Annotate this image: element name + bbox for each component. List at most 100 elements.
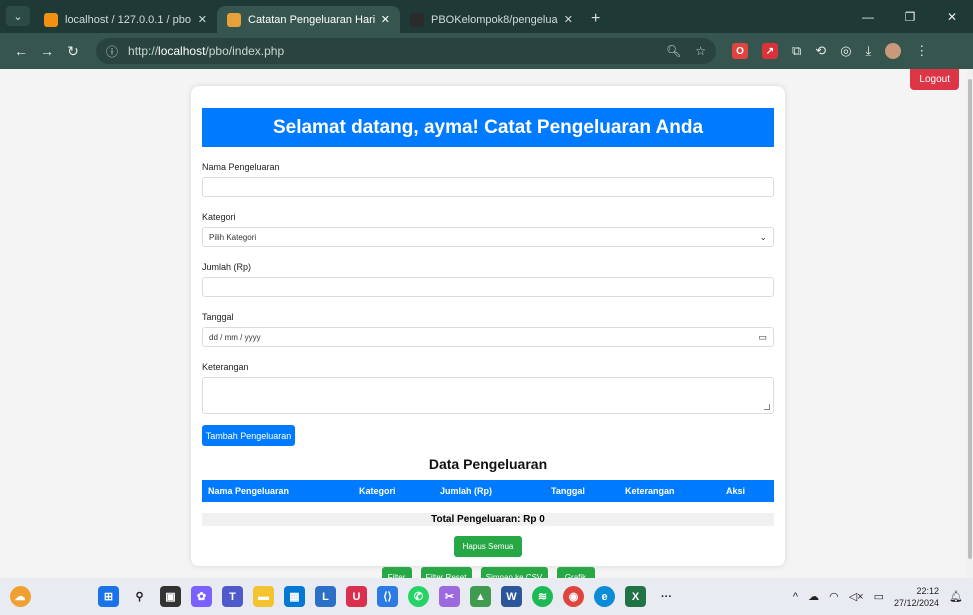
keterangan-textarea[interactable] xyxy=(202,377,774,414)
url-prefix: http:// xyxy=(128,44,159,58)
forward-icon[interactable]: → xyxy=(34,43,60,59)
column-header: Aksi xyxy=(720,480,774,502)
keterangan-label: Keterangan xyxy=(202,362,249,372)
snipping-tool-icon[interactable]: ✂ xyxy=(439,586,460,607)
vscode-icon[interactable]: ⟨⟩ xyxy=(377,586,398,607)
chevron-down-icon: ⌄ xyxy=(759,231,767,242)
windows-taskbar: ☁ ⊞ ⚲ ▣ ✿ T ▬ ▦ L U ⟨⟩ ✆ ✂ ▲ W ≋ ◉ e X ·… xyxy=(0,578,973,615)
file-explorer-icon[interactable]: ▬ xyxy=(253,586,274,607)
system-tray: ^ ☁ ◠ ◁× ▭ 22:12 27/12/2024 🔔︎ xyxy=(793,585,973,609)
close-tab-icon[interactable]: ✕ xyxy=(564,13,573,26)
total-pengeluaran: Total Pengeluaran: Rp 0 xyxy=(202,513,774,526)
close-window-icon[interactable]: ✕ xyxy=(931,10,973,24)
column-header: Keterangan xyxy=(619,480,720,502)
window-controls: — ❐ ✕ xyxy=(847,0,973,33)
reload-icon[interactable]: ↻ xyxy=(60,43,86,60)
spotify-icon[interactable]: ≋ xyxy=(532,586,553,607)
tab-title: localhost / 127.0.0.1 / pbo / pen xyxy=(65,13,192,26)
kategori-selected-value: Pilih Kategori xyxy=(209,232,257,242)
notification-bell-icon[interactable]: 🔔︎ xyxy=(949,590,963,603)
jumlah-input[interactable] xyxy=(202,277,774,297)
volume-icon[interactable]: ◁× xyxy=(849,590,864,603)
weather-widget[interactable]: ☁ xyxy=(0,586,40,607)
logout-button[interactable]: Logout xyxy=(910,69,959,90)
taskbar-apps: ⊞ ⚲ ▣ ✿ T ▬ ▦ L U ⟨⟩ ✆ ✂ ▲ W ≋ ◉ e X ··· xyxy=(98,586,677,607)
word-icon[interactable]: W xyxy=(501,586,522,607)
tab-github[interactable]: PBOKelompok8/pengeluaran_h ✕ xyxy=(400,6,583,33)
minimize-icon[interactable]: — xyxy=(847,10,889,24)
whatsapp-icon[interactable]: ✆ xyxy=(408,586,429,607)
mcafee-icon[interactable]: U xyxy=(346,586,367,607)
kategori-select[interactable]: Pilih Kategori ⌄ xyxy=(202,227,774,247)
extensions-puzzle-icon[interactable]: ⧉ xyxy=(792,43,801,59)
page-viewport: Logout Selamat datang, ayma! Catat Penge… xyxy=(0,69,973,588)
opera-extension-icon[interactable]: O xyxy=(732,43,748,59)
calendar-icon[interactable]: ▭ xyxy=(758,332,767,343)
more-apps-icon[interactable]: ··· xyxy=(656,586,677,607)
chrome-icon[interactable]: ◉ xyxy=(563,586,584,607)
chevron-up-icon[interactable]: ^ xyxy=(793,591,798,603)
column-header: Tanggal xyxy=(545,480,619,502)
address-bar[interactable]: ⓘ http://localhost/pbo/index.php 🔍︎ ☆ xyxy=(96,38,716,64)
phpmyadmin-icon xyxy=(44,12,58,27)
performance-icon[interactable]: ◎ xyxy=(840,43,851,59)
close-tab-icon[interactable]: ✕ xyxy=(381,13,390,26)
close-tab-icon[interactable]: ✕ xyxy=(198,13,207,26)
arrow-extension-icon[interactable]: ↗ xyxy=(762,43,778,59)
url-path: /pbo/index.php xyxy=(205,44,285,58)
teams-icon[interactable]: T xyxy=(222,586,243,607)
clock[interactable]: 22:12 27/12/2024 xyxy=(894,585,939,609)
scrollbar-thumb[interactable] xyxy=(968,79,972,559)
tab-search-button[interactable]: ⌄ xyxy=(6,6,30,26)
url-host: localhost xyxy=(158,44,206,58)
widgets-icon[interactable]: ✿ xyxy=(191,586,212,607)
page-scrollbar[interactable] xyxy=(967,69,973,578)
column-header: Jumlah (Rp) xyxy=(434,480,545,502)
extensions-area: O ↗ ⧉ ⟲ ◎ ⤓ ⋮ xyxy=(732,43,928,59)
browser-toolbar: ← → ↻ ⓘ http://localhost/pbo/index.php 🔍… xyxy=(0,33,973,69)
data-section-title: Data Pengeluaran xyxy=(428,456,548,472)
tab-catatan[interactable]: Catatan Pengeluaran Harian ✕ xyxy=(217,6,400,33)
page-favicon-icon xyxy=(227,12,241,27)
nama-label: Nama Pengeluaran xyxy=(202,162,280,172)
tab-title: PBOKelompok8/pengeluaran_h xyxy=(431,13,558,26)
table-header-row: Nama Pengeluaran Kategori Jumlah (Rp) Ta… xyxy=(202,480,774,502)
main-card: Selamat datang, ayma! Catat Pengeluaran … xyxy=(191,86,785,588)
column-header: Kategori xyxy=(353,480,434,502)
search-icon[interactable]: ⚲ xyxy=(129,586,150,607)
profile-avatar[interactable] xyxy=(885,43,902,59)
tambah-pengeluaran-button[interactable]: Tambah Pengeluaran xyxy=(202,425,295,446)
jumlah-label: Jumlah (Rp) xyxy=(202,262,252,272)
back-icon[interactable]: ← xyxy=(8,43,34,59)
site-info-icon[interactable]: ⓘ xyxy=(106,43,118,60)
nama-pengeluaran-input[interactable] xyxy=(202,177,774,197)
download-icon[interactable]: ⤓ xyxy=(866,43,872,59)
column-header: Nama Pengeluaran xyxy=(202,480,353,502)
zoom-icon[interactable]: 🔍︎ xyxy=(666,44,681,58)
start-windows-icon[interactable]: ⊞ xyxy=(98,586,119,607)
tanggal-input[interactable]: dd / mm / yyyy ▭ xyxy=(202,327,774,347)
tab-phpmyadmin[interactable]: localhost / 127.0.0.1 / pbo / pen ✕ xyxy=(34,6,217,33)
task-view-icon[interactable]: ▣ xyxy=(160,586,181,607)
wifi-icon[interactable]: ◠ xyxy=(829,590,839,603)
new-tab-button[interactable]: + xyxy=(591,10,600,28)
battery-icon[interactable]: ▭ xyxy=(874,590,884,603)
clock-time: 22:12 xyxy=(916,585,940,596)
photos-icon[interactable]: ▲ xyxy=(470,586,491,607)
tanggal-label: Tanggal xyxy=(202,312,234,322)
bookmark-star-icon[interactable]: ☆ xyxy=(695,44,706,58)
tanggal-placeholder: dd / mm / yyyy xyxy=(209,332,261,342)
hapus-row: Hapus Semua xyxy=(202,536,774,557)
edge-icon[interactable]: e xyxy=(594,586,615,607)
restore-icon[interactable]: ❐ xyxy=(889,10,931,24)
hapus-semua-button[interactable]: Hapus Semua xyxy=(454,536,522,557)
excel-icon[interactable]: X xyxy=(625,586,646,607)
history-icon[interactable]: ⟲ xyxy=(815,43,826,59)
menu-kebab-icon[interactable]: ⋮ xyxy=(915,43,928,59)
github-icon xyxy=(410,12,424,27)
lazarus-icon[interactable]: L xyxy=(315,586,336,607)
onedrive-icon[interactable]: ☁ xyxy=(808,590,819,603)
store-icon[interactable]: ▦ xyxy=(284,586,305,607)
page-title: Selamat datang, ayma! Catat Pengeluaran … xyxy=(202,108,774,147)
pengeluaran-table: Nama Pengeluaran Kategori Jumlah (Rp) Ta… xyxy=(202,480,774,502)
